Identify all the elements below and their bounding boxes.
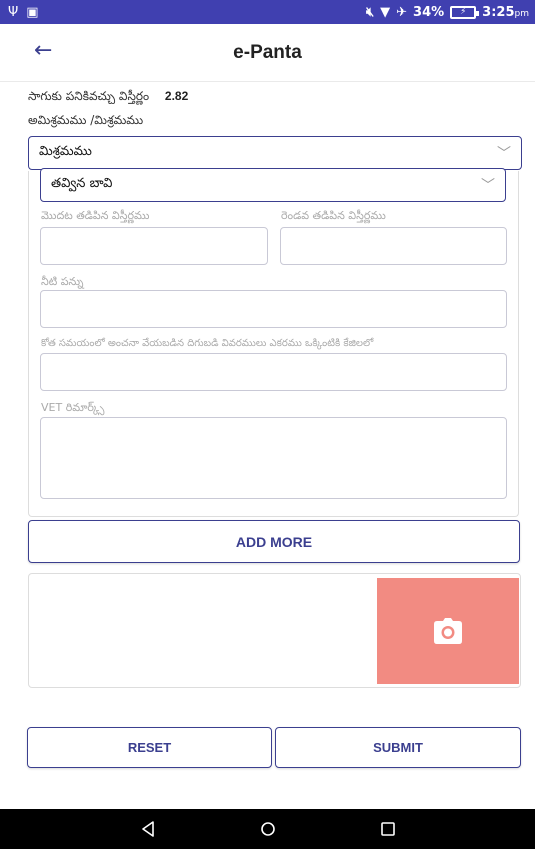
submit-button[interactable]: SUBMIT <box>275 727 521 768</box>
second-wet-area-label: రెండవ తడిపిన విస్తీర్ణము <box>281 209 386 222</box>
crop-type-label: అమిశ్రమము /మిశ్రమము <box>28 113 144 127</box>
app-bar: ← e-Panta <box>0 24 535 82</box>
vet-remarks-textarea[interactable] <box>40 417 507 499</box>
status-left-icons: Ψ ▣ <box>8 6 39 19</box>
camera-icon <box>434 618 462 644</box>
cultivable-area-row: సాగుకు పనికివచ్చు విస్తీర్ణం 2.82 <box>28 89 188 106</box>
add-more-button[interactable]: ADD MORE <box>28 520 520 563</box>
wifi-icon: ▼ <box>380 4 391 20</box>
mute-icon: 🔇︎ <box>365 4 375 20</box>
first-wet-area-label: మొదట తడిపిన విస్తీర్ణము <box>41 209 150 222</box>
irrigation-source-select[interactable]: తవ్విన బావి ﹀ <box>40 168 506 202</box>
recents-nav-icon[interactable] <box>328 821 448 837</box>
chevron-down-icon: ﹀ <box>481 178 495 194</box>
yield-estimate-input[interactable] <box>40 353 507 391</box>
back-nav-icon[interactable] <box>88 821 208 837</box>
status-bar: Ψ ▣ 🔇︎ ▼ ✈ 34% ⚡ 3:25pm <box>0 0 535 24</box>
photo-capture-card <box>28 573 521 688</box>
status-right-icons: 🔇︎ ▼ ✈ 34% ⚡ 3:25pm <box>366 5 529 20</box>
battery-percentage: 34% <box>413 4 445 20</box>
crop-type-select[interactable]: మిశ్రమము ﹀ <box>28 136 522 170</box>
page-title: e-Panta <box>233 42 302 63</box>
home-nav-icon[interactable] <box>208 821 328 837</box>
image-icon: ▣ <box>26 4 39 20</box>
chevron-down-icon: ﹀ <box>497 146 511 162</box>
water-tax-input[interactable] <box>40 290 507 328</box>
irrigation-details-card: తవ్విన బావి ﹀ మొదట తడిపిన విస్తీర్ణము రె… <box>28 168 519 517</box>
battery-icon: ⚡ <box>450 5 480 19</box>
yield-estimate-label: కోత సమయంలో అంచనా వేయబడిన దిగుబడి వివరముల… <box>41 338 374 349</box>
crop-type-selected: మిశ్రమము <box>39 144 92 159</box>
reset-button[interactable]: RESET <box>27 727 272 768</box>
usb-icon: Ψ <box>8 4 19 20</box>
clock: 3:25pm <box>482 4 529 20</box>
second-wet-area-input[interactable] <box>280 227 507 265</box>
cultivable-area-label: సాగుకు పనికివచ్చు విస్తీర్ణం <box>28 89 150 103</box>
water-tax-label: నీటి పన్ను <box>41 275 84 288</box>
navigation-bar <box>0 809 535 849</box>
first-wet-area-input[interactable] <box>40 227 268 265</box>
camera-button[interactable] <box>377 578 519 684</box>
airplane-icon: ✈ <box>396 4 408 20</box>
vet-remarks-label: VET రిమార్క్స్ <box>41 401 105 414</box>
irrigation-source-selected: తవ్విన బావి <box>51 176 113 191</box>
cultivable-area-value: 2.82 <box>164 89 189 103</box>
